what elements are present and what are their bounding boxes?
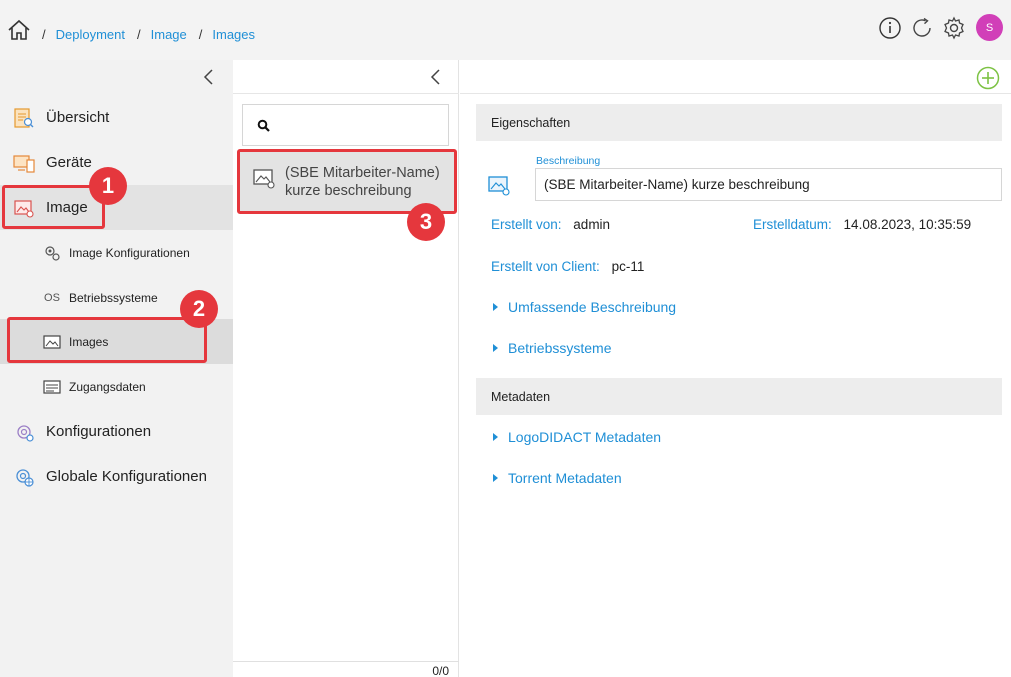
breadcrumb-deployment[interactable]: Deployment [56,27,125,42]
sidebar-subitem-zugangsdaten[interactable]: Zugangsdaten [0,364,233,409]
global-configurations-icon [16,468,34,487]
created-by-value: admin [573,217,611,232]
sidebar-subitem-label: Image Konfigurationen [69,245,190,260]
sidebar-item-label: Globale Konfigurationen [46,468,207,485]
configurations-icon [17,424,34,442]
sidebar-subitem-label: Zugangsdaten [69,379,146,394]
expander-label: Betriebssysteme [508,340,612,356]
created-by-label: Erstellt von: [491,217,562,232]
sidebar: Übersicht Geräte Image Image Konfigurati… [0,60,233,677]
pager-count: 0/0 [432,664,449,677]
section-header-eigenschaften: Eigenschaften [476,104,1002,141]
breadcrumb-separator: / [198,27,203,42]
sidebar-item-globale-konfigurationen[interactable]: Globale Konfigurationen [0,454,233,499]
created-client: Erstellt von Client: pc-11 [491,259,644,274]
caret-right-icon [493,303,498,311]
created-client-label: Erstellt von Client: [491,259,600,274]
expander-torrent-metadaten[interactable]: Torrent Metadaten [493,470,622,486]
breadcrumb-separator: / [42,27,46,42]
breadcrumb: / Deployment / Image / Images [42,27,267,42]
breadcrumb-separator: / [137,27,141,42]
caret-right-icon [493,474,498,482]
expander-label: Umfassende Beschreibung [508,299,677,315]
annotation-badge-2: 2 [180,290,218,328]
gear-icon[interactable] [942,16,966,40]
refresh-icon[interactable] [910,16,934,40]
sidebar-item-uebersicht[interactable]: Übersicht [0,95,233,140]
divider [233,93,459,94]
home-icon[interactable] [7,18,31,42]
created-by: Erstellt von: admin [491,217,610,232]
list-footer: 0/0 [233,661,459,677]
overview-icon [14,107,34,128]
description-label: Beschreibung [536,155,601,167]
created-date-value: 14.08.2023, 10:35:59 [843,217,972,232]
chevron-left-icon[interactable] [428,68,442,86]
devices-icon [13,154,35,173]
breadcrumb-image[interactable]: Image [151,27,187,42]
sidebar-subitem-image-konfigurationen[interactable]: Image Konfigurationen [0,230,233,275]
expander-label: Torrent Metadaten [508,470,622,486]
created-client-value: pc-11 [611,259,645,274]
annotation-badge-1: 1 [89,167,127,205]
created-date: Erstelldatum: 14.08.2023, 10:35:59 [753,217,971,232]
search-box[interactable] [242,104,449,146]
top-toolbar: S [878,14,1003,41]
description-field[interactable] [535,168,1002,201]
search-input[interactable] [279,115,439,137]
divider [460,93,1011,94]
caret-right-icon [493,433,498,441]
add-icon[interactable] [976,66,1000,90]
detail-panel: Eigenschaften Beschreibung Erstellt von:… [460,60,1011,677]
created-date-label: Erstelldatum: [753,217,832,232]
os-icon: OS [44,291,60,304]
sidebar-item-label: Geräte [46,154,92,171]
info-icon[interactable] [878,16,902,40]
avatar[interactable]: S [976,14,1003,41]
top-bar: / Deployment / Image / Images S [0,0,1011,60]
sidebar-item-label: Übersicht [46,109,110,126]
chevron-left-icon[interactable] [201,68,215,86]
expander-umfassende-beschreibung[interactable]: Umfassende Beschreibung [493,299,676,315]
annotation-box-2 [7,317,207,363]
expander-logodidact-metadaten[interactable]: LogoDIDACT Metadaten [493,429,661,445]
expander-label: LogoDIDACT Metadaten [508,429,662,445]
credentials-icon [43,379,61,394]
sidebar-item-konfigurationen[interactable]: Konfigurationen [0,409,233,454]
breadcrumb-images[interactable]: Images [212,27,255,42]
search-icon [257,119,270,132]
section-header-metadaten: Metadaten [476,378,1002,415]
sidebar-item-label: Konfigurationen [46,423,152,440]
image-icon [488,176,510,196]
caret-right-icon [493,344,498,352]
annotation-badge-3: 3 [407,203,445,241]
sidebar-subitem-label: Betriebssysteme [69,290,158,305]
expander-betriebssysteme[interactable]: Betriebssysteme [493,340,611,356]
image-config-icon [45,245,60,261]
